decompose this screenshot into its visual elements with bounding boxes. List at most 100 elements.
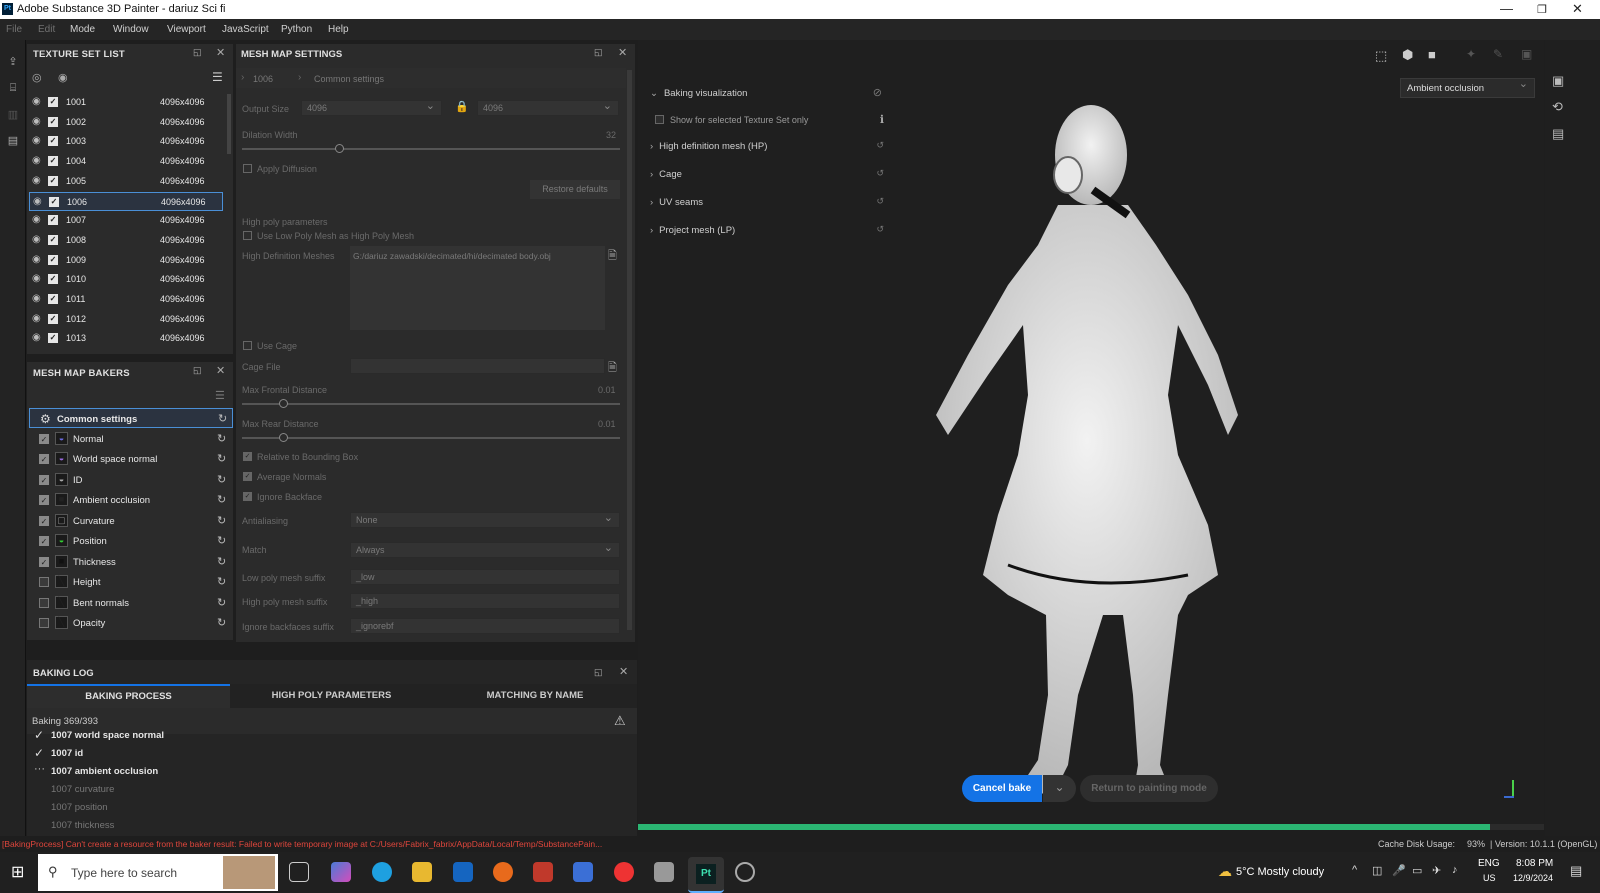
cube-icon[interactable]: ⬢ <box>1402 47 1413 63</box>
sync-icon[interactable]: ↻ <box>217 575 226 588</box>
sync-icon[interactable]: ↻ <box>217 534 226 547</box>
float-panel-icon[interactable]: ◱ <box>193 47 202 58</box>
cage-file-field[interactable] <box>350 358 605 374</box>
output-size-width-select[interactable]: 4096 <box>301 99 442 116</box>
texture-set-checkbox[interactable]: ✓ <box>48 333 58 344</box>
texture-set-checkbox[interactable]: ✓ <box>48 136 58 147</box>
close-window-button[interactable]: ✕ <box>1572 1 1583 17</box>
baker-row[interactable]: ⚙ Common settings ↻ <box>29 408 233 428</box>
trash-icon[interactable]: ▥ <box>6 108 20 121</box>
baker-checkbox[interactable]: ✓ <box>39 433 49 444</box>
visibility-off-icon[interactable]: ⊘ <box>873 86 882 99</box>
display-mode-select[interactable]: Ambient occlusion <box>1400 77 1535 98</box>
eye-icon[interactable]: ◉ <box>32 234 41 245</box>
menu-edit[interactable]: Edit <box>38 24 55 35</box>
reset-icon[interactable]: ↺ <box>876 196 884 207</box>
app-icon[interactable] <box>533 862 553 882</box>
warning-icon[interactable]: ⚠ <box>614 713 626 729</box>
high-suffix-field[interactable]: _high <box>350 593 620 609</box>
close-panel-icon[interactable]: ✕ <box>618 46 627 59</box>
breadcrumb-texture-set[interactable]: 1006 <box>253 74 273 84</box>
clock-time[interactable]: 8:08 PM <box>1516 858 1553 869</box>
sync-icon[interactable]: ↻ <box>217 514 226 527</box>
use-low-poly-checkbox[interactable] <box>243 231 252 240</box>
eye-icon[interactable]: ◉ <box>32 273 41 284</box>
texture-set-row[interactable]: ◉ ✓ 1011 4096x4096 <box>29 290 223 309</box>
info-icon[interactable]: ℹ <box>880 113 884 126</box>
sync-icon[interactable]: ↻ <box>218 412 227 425</box>
texture-set-row[interactable]: ◉ ✓ 1007 4096x4096 <box>29 211 223 230</box>
search-box[interactable]: ⚲ Type here to search <box>38 854 278 891</box>
weather-icon[interactable]: ☁ <box>1218 863 1232 880</box>
lock-icon[interactable]: 🔒 <box>455 100 469 113</box>
error-message[interactable]: [BakingProcess] Can't create a resource … <box>2 839 602 849</box>
eye-icon[interactable]: ◉ <box>32 332 41 343</box>
baker-row[interactable]: ✓ ■ Thickness ↻ <box>29 552 233 572</box>
section-project-mesh[interactable]: › Project mesh (LP) <box>650 225 735 236</box>
camera-icon[interactable]: ■ <box>1428 47 1436 62</box>
reset-icon[interactable]: ↺ <box>876 168 884 179</box>
texture-set-row[interactable]: ◉ ✓ 1001 4096x4096 <box>29 93 223 112</box>
texture-set-row[interactable]: ◉ ✓ 1003 4096x4096 <box>29 132 223 151</box>
max-frontal-slider[interactable] <box>242 403 620 405</box>
eye-icon[interactable]: ◉ <box>58 71 68 84</box>
baker-checkbox[interactable]: ✓ <box>39 515 49 526</box>
show-selected-checkbox[interactable] <box>655 115 664 124</box>
weather-text[interactable]: 5°C Mostly cloudy <box>1236 866 1324 878</box>
baker-checkbox[interactable]: ✓ <box>39 536 49 546</box>
maximize-button[interactable]: ❐ <box>1537 3 1547 16</box>
sync-icon[interactable]: ↻ <box>217 616 226 629</box>
reset-icon[interactable]: ↺ <box>876 140 884 151</box>
scrollbar[interactable] <box>627 70 632 630</box>
texture-set-checkbox[interactable]: ✓ <box>48 97 58 107</box>
texture-set-checkbox[interactable]: ✓ <box>48 274 58 285</box>
menu-javascript[interactable]: JavaScript <box>222 24 269 35</box>
texture-set-checkbox[interactable]: ✓ <box>48 175 58 186</box>
max-rear-slider-handle[interactable] <box>279 433 288 442</box>
restore-defaults-button[interactable]: Restore defaults <box>530 180 620 199</box>
average-normals-checkbox[interactable]: ✓ <box>243 472 252 481</box>
section-uv-seams[interactable]: › UV seams <box>650 197 703 208</box>
cancel-bake-button[interactable]: Cancel bake <box>962 775 1042 802</box>
tab-baking-process[interactable]: BAKING PROCESS <box>27 684 230 708</box>
notification-icon[interactable]: ▤ <box>1570 863 1582 879</box>
baker-row[interactable]: ✓ ◒ Position ↻ <box>29 531 233 551</box>
return-painting-button[interactable]: Return to painting mode <box>1080 775 1218 802</box>
brush-icon[interactable]: ✎ <box>1493 47 1503 61</box>
dilation-slider-handle[interactable] <box>335 144 344 153</box>
texture-set-checkbox[interactable]: ✓ <box>48 156 58 167</box>
menu-python[interactable]: Python <box>281 24 312 35</box>
output-size-height-select[interactable]: 4096 <box>477 99 619 116</box>
max-rear-slider[interactable] <box>242 437 620 439</box>
baker-checkbox[interactable]: ✓ <box>39 474 49 485</box>
baker-row[interactable]: ✓ ◒ Normal ↻ <box>29 429 233 449</box>
folder-icon[interactable] <box>412 862 432 882</box>
texture-set-row[interactable]: ◉ ✓ 1006 4096x4096 <box>29 191 223 211</box>
reset-icon[interactable]: ↺ <box>876 224 884 235</box>
texture-set-checkbox[interactable]: ✓ <box>48 234 58 245</box>
minimize-button[interactable]: — <box>1500 1 1513 16</box>
eye-icon[interactable]: ◉ <box>32 175 41 186</box>
eye-icon[interactable]: ◉ <box>32 96 41 107</box>
windows-start-icon[interactable]: ⊞ <box>11 862 24 882</box>
texture-set-checkbox[interactable]: ✓ <box>48 294 58 304</box>
menu-window[interactable]: Window <box>113 24 149 35</box>
relative-bbox-checkbox[interactable]: ✓ <box>243 452 252 461</box>
shelf-icon[interactable]: ⌸ <box>6 82 20 95</box>
texture-set-checkbox[interactable]: ✓ <box>48 215 58 226</box>
menu-viewport[interactable]: Viewport <box>167 24 206 35</box>
tray-chevron-icon[interactable]: ^ <box>1352 864 1357 876</box>
light-icon[interactable]: ✦ <box>1466 47 1476 61</box>
app-icon[interactable] <box>654 862 674 882</box>
substance-painter-taskbar-button[interactable]: Pt <box>688 857 724 893</box>
stamp-icon[interactable]: ▣ <box>1521 47 1532 61</box>
eye-icon[interactable]: ◉ <box>32 214 41 225</box>
menu-mode[interactable]: Mode <box>70 24 95 35</box>
sync-icon[interactable]: ↻ <box>217 493 226 506</box>
texture-set-checkbox[interactable]: ✓ <box>48 116 58 127</box>
texture-set-row[interactable]: ◉ ✓ 1009 4096x4096 <box>29 251 223 270</box>
baker-checkbox[interactable] <box>39 618 49 628</box>
eye-icon[interactable]: ◉ <box>32 155 41 166</box>
texture-set-row[interactable]: ◉ ✓ 1008 4096x4096 <box>29 231 223 250</box>
network-icon[interactable]: ✈ <box>1432 864 1441 877</box>
